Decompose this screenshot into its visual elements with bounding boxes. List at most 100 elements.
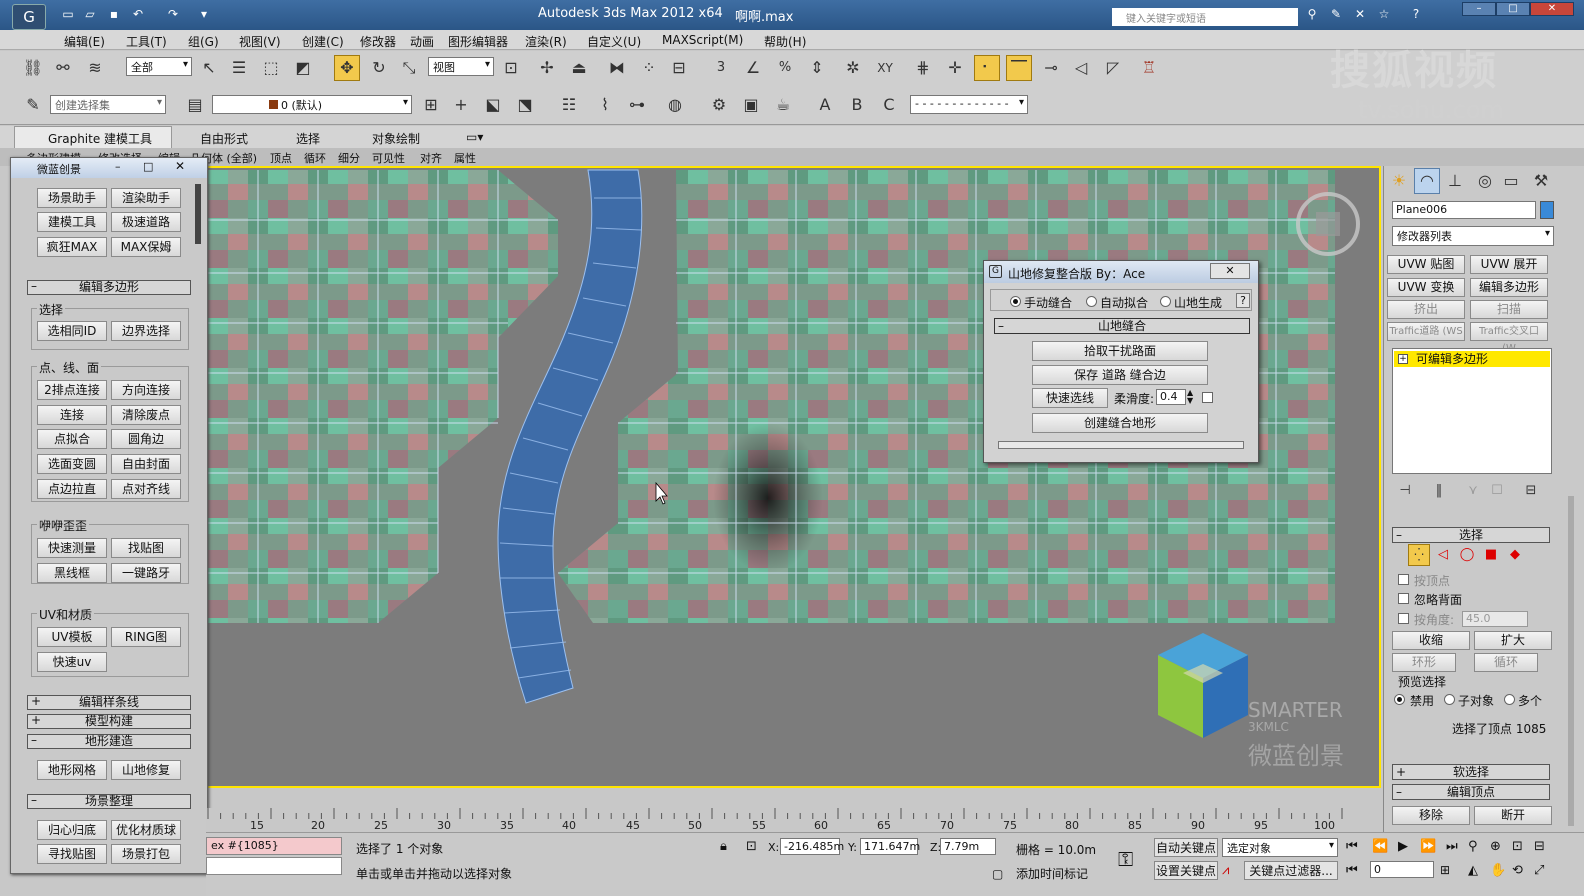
- remove-modifier-icon[interactable]: ☐: [1484, 478, 1510, 504]
- extrude-button[interactable]: 挤出: [1387, 300, 1465, 319]
- dialog-help-button[interactable]: ?: [1236, 293, 1250, 308]
- panel-properties[interactable]: 属性: [454, 150, 476, 166]
- mountain-repair-button[interactable]: 山地修复: [111, 760, 181, 780]
- communication-icon[interactable]: ✕: [1352, 7, 1368, 21]
- snap-3-icon[interactable]: 3: [708, 55, 734, 81]
- sweep-button[interactable]: 扫描: [1470, 300, 1548, 319]
- zoom-icon[interactable]: ⚲: [1468, 839, 1478, 854]
- selection-lock-icon[interactable]: 🔒︎: [720, 839, 727, 854]
- configure-sets-icon[interactable]: ⊟: [1518, 478, 1544, 504]
- set-current-layer-icon[interactable]: ⬔: [512, 92, 538, 118]
- edge-level-icon[interactable]: ◁: [1432, 544, 1454, 566]
- play-icon[interactable]: ▶: [1398, 839, 1408, 854]
- traffic-road-button[interactable]: Traffic道路 (WS: [1387, 322, 1465, 341]
- percent-snap-icon[interactable]: %: [772, 55, 798, 81]
- mirror-icon[interactable]: ⧓: [604, 55, 630, 81]
- x-coordinate-field[interactable]: -216.485m: [780, 838, 844, 855]
- traffic-intersection-button[interactable]: Traffic交叉口 (W: [1470, 322, 1548, 354]
- section-stitch[interactable]: – 山地缝合: [994, 318, 1250, 334]
- grid-snap-icon[interactable]: ⋕: [910, 55, 936, 81]
- modifier-list-dropdown[interactable]: 修改器列表: [1392, 226, 1554, 246]
- rendered-frame-icon[interactable]: ▣: [738, 92, 764, 118]
- app-logo-icon[interactable]: G: [12, 4, 46, 30]
- create-tab-icon[interactable]: ☀: [1386, 168, 1412, 194]
- time-tag-icon[interactable]: ▢: [992, 867, 1003, 881]
- panel-align[interactable]: 对齐: [420, 150, 442, 166]
- preview-off-radio[interactable]: [1394, 694, 1405, 705]
- menu-edit[interactable]: 编辑(E): [64, 33, 105, 50]
- mode-manual-radio[interactable]: [1010, 296, 1021, 307]
- undo-icon[interactable]: ↶: [130, 7, 146, 21]
- stack-item-editable-poly[interactable]: + 可编辑多边形: [1394, 351, 1550, 367]
- angle-snap-icon[interactable]: ∠: [740, 55, 766, 81]
- preview-multi-label[interactable]: 多个: [1518, 692, 1542, 709]
- render-tower-icon[interactable]: ♖: [1136, 55, 1162, 81]
- quick-access-dropdown-icon[interactable]: ▾: [196, 7, 212, 21]
- element-level-icon[interactable]: ◆: [1504, 544, 1526, 566]
- bind-spacewarp-icon[interactable]: ≋: [82, 55, 108, 81]
- hierarchy-tab-icon[interactable]: ⊥: [1442, 168, 1468, 194]
- mode-generate-label[interactable]: 山地生成: [1174, 294, 1222, 311]
- goto-end-icon[interactable]: ⏭: [1446, 839, 1458, 854]
- binoculars-icon[interactable]: ⚲: [1304, 7, 1320, 21]
- uvw-map-button[interactable]: UVW 贴图: [1387, 255, 1465, 274]
- crazy-max-button[interactable]: 疯狂MAX: [37, 237, 107, 257]
- align-to-line-button[interactable]: 点对齐线: [111, 479, 181, 499]
- mode-generate-radio[interactable]: [1160, 296, 1171, 307]
- softness-spinner-icon[interactable]: ▲ ▼: [1187, 389, 1193, 405]
- help-icon[interactable]: ?: [1408, 7, 1424, 21]
- timeline-ruler[interactable]: 15 20 25 30 35 40 45 50 55 60 65 70 75 8…: [206, 808, 1346, 832]
- zoom-extents-all-icon[interactable]: ⊟: [1534, 839, 1545, 854]
- section-edit-spline[interactable]: + 编辑样条线: [27, 695, 191, 710]
- menu-rendering[interactable]: 渲染(R): [525, 33, 567, 50]
- link-icon[interactable]: ⛓: [20, 55, 46, 81]
- select-manipulate-icon[interactable]: ✢: [534, 55, 560, 81]
- panel-visibility[interactable]: 可见性: [372, 150, 405, 166]
- new-layer-icon[interactable]: ⊞: [418, 92, 444, 118]
- orbit-icon[interactable]: ⟲: [1512, 863, 1523, 878]
- render-helper-button[interactable]: 渲染助手: [111, 188, 181, 208]
- select-object-icon[interactable]: ↖: [196, 55, 222, 81]
- section-model-build[interactable]: + 模型构建: [27, 714, 191, 729]
- object-color-swatch[interactable]: [1540, 201, 1554, 219]
- panel-close-button[interactable]: ✕: [175, 159, 185, 173]
- angle-input[interactable]: 45.0: [1462, 611, 1528, 627]
- save-road-edge-button[interactable]: 保存 道路 缝合边: [1032, 365, 1208, 385]
- display-tab-icon[interactable]: ▭: [1498, 168, 1524, 194]
- key-mode-toggle-icon[interactable]: ⏮: [1346, 863, 1358, 878]
- select-by-name-icon[interactable]: ☰: [226, 55, 252, 81]
- clear-vertices-button[interactable]: 清除废点: [111, 405, 181, 425]
- fillet-edge-button[interactable]: 圆角边: [111, 429, 181, 449]
- open-file-icon[interactable]: ▱: [82, 7, 98, 21]
- find-texture-button[interactable]: 找贴图: [111, 538, 181, 558]
- render-preset-dropdown[interactable]: - - - - - - - - - - - - -: [910, 95, 1028, 114]
- tab-freeform[interactable]: 自由形式: [200, 130, 248, 147]
- search-input[interactable]: 键入关键字或短语: [1112, 8, 1298, 26]
- grow-button[interactable]: 扩大: [1474, 631, 1552, 650]
- keyboard-shortcut-icon[interactable]: ⏏: [566, 55, 592, 81]
- window-crossing-icon[interactable]: ◩: [290, 55, 316, 81]
- dialog-close-button[interactable]: ✕: [1210, 263, 1250, 279]
- show-end-result-icon[interactable]: ‖: [1426, 478, 1452, 504]
- menu-tools[interactable]: 工具(T): [126, 33, 167, 50]
- point-fit-button[interactable]: 点拟合: [37, 429, 107, 449]
- connect-button[interactable]: 连接: [37, 405, 107, 425]
- panel-loops[interactable]: 循环: [304, 150, 326, 166]
- fov-icon[interactable]: ◭: [1468, 863, 1478, 878]
- modify-tab-icon[interactable]: ◠: [1414, 168, 1440, 194]
- zoom-extents-icon[interactable]: ⊡: [1512, 839, 1523, 854]
- goto-start-icon[interactable]: ⏮: [1346, 839, 1358, 854]
- one-click-curb-button[interactable]: 一键路牙: [111, 563, 181, 583]
- menu-maxscript[interactable]: MAXScript(M): [662, 33, 743, 47]
- menu-customize[interactable]: 自定义(U): [587, 33, 641, 50]
- fast-road-button[interactable]: 极速道路: [111, 212, 181, 232]
- key-filters-button[interactable]: 关键点过滤器...: [1244, 861, 1338, 880]
- mode-auto-radio[interactable]: [1086, 296, 1097, 307]
- teapot-a-icon[interactable]: A: [812, 92, 838, 118]
- zoom-all-icon[interactable]: ⊕: [1490, 839, 1501, 854]
- add-to-layer-icon[interactable]: +: [448, 92, 474, 118]
- select-same-id-button[interactable]: 选相同ID: [37, 321, 107, 341]
- uvw-unwrap-button[interactable]: UVW 展开: [1470, 255, 1548, 274]
- unlink-icon[interactable]: ⚯: [50, 55, 76, 81]
- modeling-tools-button[interactable]: 建模工具: [37, 212, 107, 232]
